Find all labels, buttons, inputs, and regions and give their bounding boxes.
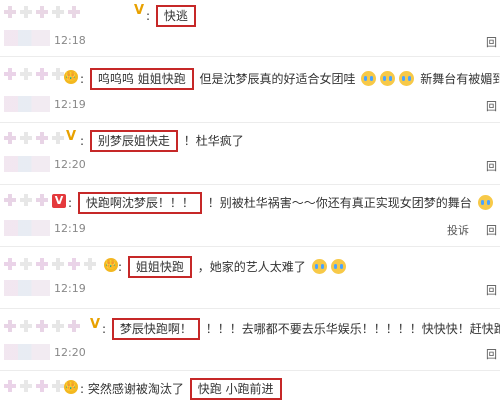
blurred-username	[4, 220, 50, 236]
timestamp: 12:20	[54, 158, 86, 171]
comment-item: V : 别梦辰姐快走 ！杜华疯了 12:20 回	[0, 122, 500, 185]
comment-text: : 突然感谢被淘汰了 快跑 小跑前进	[80, 378, 284, 400]
blurred-username	[4, 344, 50, 360]
reply-button[interactable]: 回	[486, 158, 497, 174]
reply-button[interactable]: 回	[486, 222, 497, 238]
highlight-box: 梦辰快跑啊！	[111, 318, 200, 340]
highlight-box: 快跑啊沈梦辰！！！	[77, 192, 202, 214]
report-button[interactable]: 投诉	[447, 222, 469, 238]
highlight-box: 呜呜呜 姐姐快跑	[89, 68, 194, 90]
reply-button[interactable]: 回	[486, 282, 497, 298]
comment-item: V : 快跑啊沈梦辰！！！ ！别被杜华祸害～～你还有真正实现女团梦的舞台 12:…	[0, 184, 500, 247]
blurred-username	[4, 96, 50, 112]
reply-button[interactable]: 回	[486, 98, 497, 114]
highlight-box: 快逃	[155, 5, 196, 27]
crying-emoji-icon	[380, 71, 396, 86]
timestamp: 12:19	[54, 222, 86, 235]
vip-icon: V	[65, 129, 77, 144]
comment-item: 👑 : 呜呜呜 姐姐快跑 但是沈梦辰真的好适合女团哇 新舞台有被媚到 12:19…	[0, 60, 500, 123]
comment-text: : 快跑啊沈梦辰！！！ ！别被杜华祸害～～你还有真正实现女团梦的舞台	[68, 192, 495, 214]
comment-text: : 别梦辰姐快走 ！杜华疯了	[80, 130, 244, 152]
comment-text: : 姐姐快跑 ，她家的艺人太难了	[118, 256, 348, 278]
crown-icon: 👑	[64, 380, 78, 394]
highlight-box: 别梦辰姐快走	[89, 130, 178, 152]
crying-emoji-icon	[361, 71, 377, 86]
blurred-avatar	[4, 258, 96, 272]
comment-item: 👑 : 姐姐快跑 ，她家的艺人太难了 12:19 回	[0, 246, 500, 309]
timestamp: 12:20	[54, 346, 86, 359]
blurred-username	[4, 156, 50, 172]
highlight-box: 姐姐快跑	[127, 256, 192, 278]
comment-item: V : 快逃 12:18 回	[0, 0, 500, 57]
vip-icon: V	[133, 3, 145, 18]
wink-emoji-icon	[477, 195, 493, 210]
blurred-avatar	[4, 6, 84, 20]
reply-button[interactable]: 回	[486, 34, 497, 50]
comment-item: V : 梦辰快跑啊！ ！！！去哪都不要去乐华娱乐！！！！！快快快！赶快跑 12:…	[0, 308, 500, 371]
vip-icon: V	[89, 317, 101, 332]
verified-icon: V	[52, 194, 66, 208]
blurred-username	[4, 30, 50, 46]
blurred-username	[4, 280, 50, 296]
blurred-avatar	[4, 320, 84, 334]
timestamp: 12:19	[54, 98, 86, 111]
timestamp: 12:18	[54, 34, 86, 47]
crown-icon: 👑	[64, 70, 78, 84]
crying-emoji-icon	[311, 259, 327, 274]
reply-button[interactable]: 回	[486, 346, 497, 362]
comment-text: : 呜呜呜 姐姐快跑 但是沈梦辰真的好适合女团哇 新舞台有被媚到	[80, 68, 500, 90]
comment-text: : 梦辰快跑啊！ ！！！去哪都不要去乐华娱乐！！！！！快快快！赶快跑	[102, 318, 500, 340]
comment-text: : 快逃	[146, 5, 198, 27]
crying-emoji-icon	[399, 71, 415, 86]
timestamp: 12:19	[54, 282, 86, 295]
crying-emoji-icon	[330, 259, 346, 274]
highlight-box: 快跑 小跑前进	[189, 378, 282, 400]
crown-icon: 👑	[104, 258, 118, 272]
comment-item: 👑 : 突然感谢被淘汰了 快跑 小跑前进	[0, 370, 500, 400]
